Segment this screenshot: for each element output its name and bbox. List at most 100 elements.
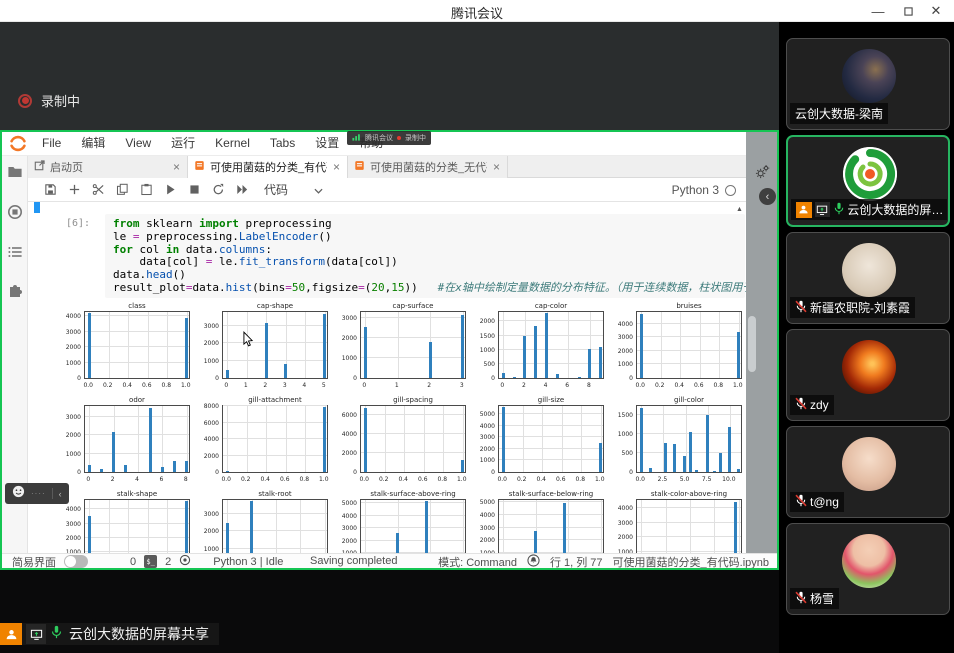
stop-icon[interactable]: [182, 180, 206, 200]
gridline: [503, 312, 504, 378]
menu-item-View[interactable]: View: [115, 132, 161, 155]
hist-bar: [364, 408, 367, 472]
x-tick-label: 0: [493, 382, 511, 389]
histogram-stalk-shape: stalk-shape010002000300040000.00.20.40.6…: [60, 490, 194, 553]
x-tick-label: 0.6: [690, 382, 708, 389]
sidebar-collapse-button[interactable]: ‹: [759, 188, 776, 205]
saving-status: Saving completed: [310, 555, 397, 567]
hist-bar: [112, 432, 115, 472]
y-tick-label: 4000: [336, 513, 357, 520]
window-title: 腾讯会议: [0, 3, 954, 22]
simple-ui-toggle[interactable]: [64, 555, 88, 568]
menu-item-运行[interactable]: 运行: [161, 132, 205, 155]
tab-label: 启动页: [50, 159, 167, 175]
y-tick-label: 2000: [60, 535, 81, 542]
participant-tile[interactable]: 新疆农职院-刘素霞: [786, 232, 950, 324]
y-tick-label: 4000: [612, 321, 633, 328]
y-tick-label: 0: [612, 469, 633, 476]
hist-bar: [226, 471, 229, 472]
participant-tile[interactable]: 云创大数据-梁南: [786, 38, 950, 130]
run-icon[interactable]: [158, 180, 182, 200]
extensions-icon[interactable]: [7, 284, 23, 300]
gridline: [167, 312, 168, 378]
mic-muted-icon: [795, 300, 807, 316]
histogram-cap-surface: cap-surface01000200030000123: [336, 302, 470, 395]
floating-assistant-pill[interactable]: ···· ‹: [5, 483, 69, 504]
tab-close-icon[interactable]: ×: [332, 160, 341, 174]
save-icon[interactable]: [38, 180, 62, 200]
menu-item-Kernel[interactable]: Kernel: [205, 132, 260, 155]
hist-bar: [502, 373, 505, 378]
x-tick-label: 0.2: [237, 476, 255, 483]
close-button[interactable]: ✕: [922, 0, 950, 22]
participant-tile[interactable]: t@ng: [786, 426, 950, 518]
y-tick-label: 3000: [336, 315, 357, 322]
chevron-down-icon[interactable]: [314, 181, 323, 199]
y-tick-label: 2000: [198, 453, 219, 460]
running-sessions-icon[interactable]: [7, 204, 23, 220]
files-icon[interactable]: [7, 164, 23, 180]
notebook-content[interactable]: [6]: from sklearn import preprocessingle…: [28, 202, 746, 553]
participants-sidebar: 云创大数据-梁南云创大数据的屏…新疆农职院-刘素霞zdyt@ng杨雪: [779, 22, 954, 631]
gridline: [680, 312, 681, 378]
hist-bar: [734, 502, 737, 553]
kernel-state[interactable]: Python 3 | Idle: [213, 556, 283, 568]
run-all-icon[interactable]: [230, 180, 254, 200]
gridline: [128, 312, 129, 378]
add-cell-icon[interactable]: [62, 180, 86, 200]
menu-item-设置[interactable]: 设置: [305, 132, 349, 155]
host-badge-icon: [796, 202, 812, 218]
toc-icon[interactable]: [7, 244, 23, 260]
participant-name: 云创大数据-梁南: [795, 105, 883, 122]
tab-可使用菌菇的分类_有代码.ipy[interactable]: 可使用菌菇的分类_有代码.ipy×: [188, 156, 348, 178]
participant-tile[interactable]: 杨雪: [786, 523, 950, 615]
copy-icon[interactable]: [110, 180, 134, 200]
hist-plot-area: [636, 405, 742, 473]
tab-close-icon[interactable]: ×: [172, 160, 181, 174]
restart-icon[interactable]: [206, 180, 230, 200]
x-tick-label: 6: [152, 476, 170, 483]
code-cell-editor[interactable]: from sklearn import preprocessingle = pr…: [105, 214, 745, 298]
kernel-indicator[interactable]: Python 3: [672, 178, 736, 202]
gear-icon[interactable]: [755, 164, 770, 184]
gridline: [85, 434, 189, 435]
float-app-name: 腾讯会议: [365, 133, 393, 143]
meeting-float-statusbar[interactable]: 腾讯会议 录制中: [347, 131, 431, 145]
scrollbar-thumb[interactable]: [748, 316, 756, 372]
terminal-count[interactable]: 0: [130, 556, 136, 568]
participant-tile[interactable]: zdy: [786, 329, 950, 421]
paste-icon[interactable]: [134, 180, 158, 200]
notebook-icon: [194, 160, 205, 174]
gridline: [499, 436, 603, 437]
participant-tile[interactable]: 云创大数据的屏…: [786, 135, 950, 227]
gridline: [714, 500, 715, 553]
notification-bell-icon[interactable]: [527, 554, 540, 570]
y-tick-label: 1000: [60, 360, 81, 367]
maximize-button[interactable]: [894, 0, 922, 22]
collapse-left-icon[interactable]: ‹: [59, 489, 62, 499]
hist-bar: [149, 408, 152, 472]
cell-type-select[interactable]: 代码: [264, 181, 288, 198]
y-tick-label: 2000: [60, 432, 81, 439]
minimize-button[interactable]: —: [864, 0, 892, 22]
tab-启动页[interactable]: 启动页 ×: [28, 156, 188, 178]
y-tick-label: 2000: [336, 538, 357, 545]
scroll-up-arrow[interactable]: ▲: [736, 206, 743, 213]
cut-icon[interactable]: [86, 180, 110, 200]
menu-item-Tabs[interactable]: Tabs: [260, 132, 305, 155]
kernel-count[interactable]: 2: [165, 556, 171, 568]
screen-share-icon: [815, 202, 830, 217]
cursor-position[interactable]: 行 1, 列 77: [550, 554, 603, 570]
hist-bar: [226, 370, 229, 378]
gridline: [690, 500, 691, 553]
tab-close-icon[interactable]: ×: [492, 160, 501, 174]
x-tick-label: 0.0: [493, 476, 511, 483]
y-tick-label: 1000: [198, 546, 219, 553]
hist-bar: [461, 315, 464, 378]
menu-item-编辑[interactable]: 编辑: [71, 132, 115, 155]
menu-item-File[interactable]: File: [32, 132, 71, 155]
host-badge-icon: [0, 623, 22, 645]
tab-可使用菌菇的分类_无代码.ipy[interactable]: 可使用菌菇的分类_无代码.ipy×: [348, 156, 508, 178]
y-tick-label: 3000: [474, 525, 495, 532]
gridline: [85, 551, 189, 552]
